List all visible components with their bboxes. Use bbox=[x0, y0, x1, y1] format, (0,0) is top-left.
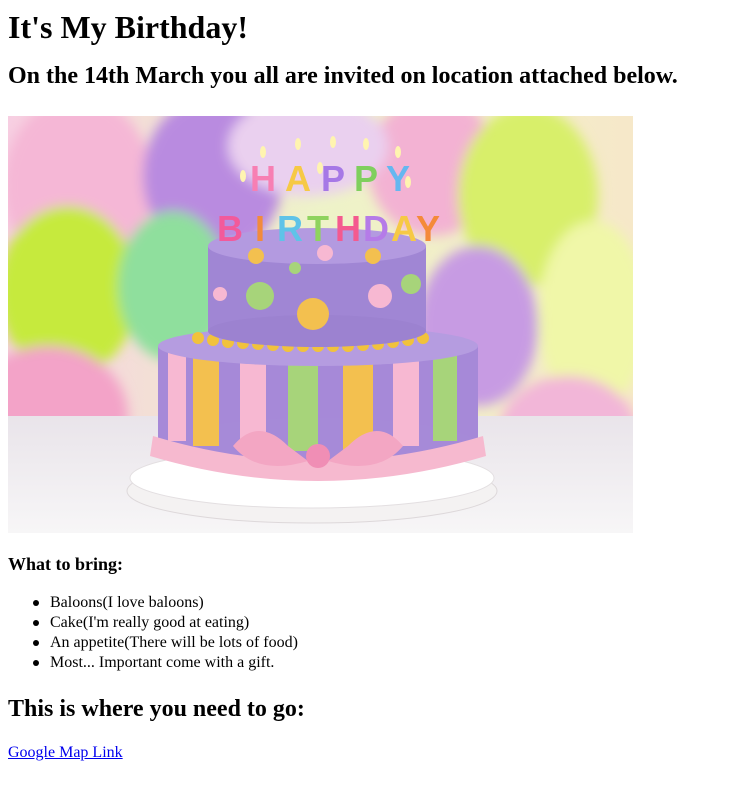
list-item: Baloons(I love baloons) bbox=[33, 593, 298, 613]
invite-text: On the 14th March you all are invited on… bbox=[8, 63, 678, 89]
birthday-cake-image: H A P P Y B I R T H D A Y bbox=[8, 116, 633, 533]
candle-letter: P bbox=[354, 158, 378, 199]
candle-letter: A bbox=[285, 158, 311, 199]
list-item: An appetite(There will be lots of food) bbox=[33, 633, 298, 653]
list-item-text: An appetite(There will be lots of food) bbox=[50, 634, 298, 651]
candle-letter: H bbox=[250, 158, 276, 199]
candle-letter: Y bbox=[416, 208, 440, 249]
list-item: Most... Important come with a gift. bbox=[33, 653, 298, 673]
candle-letter: A bbox=[391, 208, 417, 249]
list-item-text: Cake(I'm really good at eating) bbox=[50, 614, 250, 631]
google-map-link[interactable]: Google Map Link bbox=[8, 743, 123, 763]
list-item-text: Baloons(I love baloons) bbox=[50, 594, 204, 611]
bullet-icon bbox=[33, 600, 39, 606]
candle-letter: R bbox=[277, 208, 303, 249]
candle-letter: P bbox=[321, 158, 345, 199]
location-heading: This is where you need to go: bbox=[8, 696, 305, 722]
candle-letter: B bbox=[217, 208, 243, 249]
bullet-icon bbox=[33, 640, 39, 646]
page-title: It's My Birthday! bbox=[8, 9, 248, 45]
bring-list: Baloons(I love baloons) Cake(I'm really … bbox=[8, 593, 298, 673]
candle-letter: H bbox=[335, 208, 361, 249]
candle-letter: I bbox=[255, 208, 265, 249]
bullet-icon bbox=[33, 660, 39, 666]
cake-illustration: H A P P Y B I R T H D A Y bbox=[8, 116, 633, 533]
page-content: It's My Birthday! On the 14th March you … bbox=[0, 0, 740, 90]
candle-letter: D bbox=[363, 208, 389, 249]
bullet-icon bbox=[33, 620, 39, 626]
candle-letter: T bbox=[307, 208, 329, 249]
list-item: Cake(I'm really good at eating) bbox=[33, 613, 298, 633]
what-to-bring-heading: What to bring: bbox=[8, 554, 124, 574]
list-item-text: Most... Important come with a gift. bbox=[50, 654, 275, 671]
